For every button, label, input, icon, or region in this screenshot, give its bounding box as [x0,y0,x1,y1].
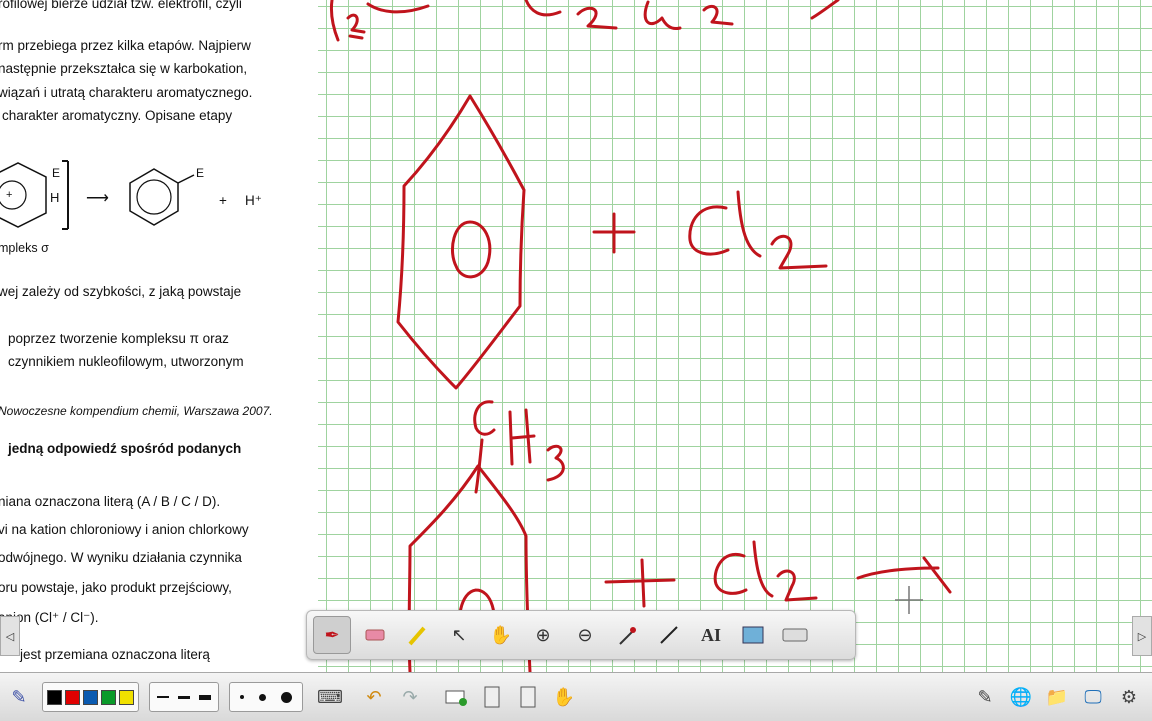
sigma-complex-circle [0,180,27,210]
color-swatch-green[interactable] [101,689,116,705]
doc-line: wej zależy od szybkości, z jaką powstaje [0,284,242,299]
folder-icon: 📁 [1045,686,1069,707]
color-swatch-red[interactable] [65,689,80,705]
redo-icon: ↷ [402,686,418,707]
zoom-out-icon: ⊖ [577,624,593,645]
hand-tool-button[interactable]: ✋ [483,617,519,653]
pen-settings-button[interactable]: ✎ [4,682,34,712]
highlighter-icon [408,626,426,646]
hand-icon: ✋ [489,624,513,645]
right-panel-toggle[interactable]: ▷ [1132,616,1152,656]
color-swatch-black[interactable] [47,689,62,705]
keyboard-button[interactable]: ⌨ [315,682,345,712]
redo-button[interactable]: ↷ [395,682,425,712]
zoom-in-icon: ⊕ [535,624,551,645]
whiteboard-icon: ✎ [977,686,993,707]
pen-size-palette [229,682,303,712]
new-page-icon [445,690,467,706]
doc-line: poprzez tworzenie kompleksu π oraz [8,331,229,346]
plus-charge: + [6,189,13,201]
capture-icon [742,626,764,644]
line-icon [660,626,678,644]
doc-line: czynnikiem nukleofilowym, utworzonym [8,354,244,369]
pen-tool-button[interactable]: ✒ [313,616,351,654]
line-medium[interactable] [178,695,190,699]
left-panel-toggle[interactable]: ◁ [0,616,20,656]
open-folder-button[interactable]: 📁 [1042,682,1072,712]
doc-citation: Nowoczesne kompendium chemii, Warszawa 2… [0,404,273,418]
page-back-icon [484,686,500,708]
text-tool-button[interactable]: AI [693,617,729,653]
gear-icon: ⚙ [1120,686,1138,707]
previous-page-button[interactable] [477,682,507,712]
line-style-palette [149,682,219,712]
h-label: H [50,190,60,205]
color-swatch-blue[interactable] [83,689,98,705]
keyboard-icon: ⌨ [317,686,343,707]
eraser-icon [365,629,385,641]
settings-button[interactable]: ⚙ [1114,682,1144,712]
product-ring-circle [136,179,172,215]
doc-line: następnie przekształca się w karbokation… [0,61,248,76]
doc-line: rofilowej bierze udział tzw. elektrofil,… [0,0,242,11]
keyboard-icon [782,628,808,642]
pipette-tool-button[interactable] [609,617,645,653]
whiteboard-button[interactable]: ✎ [970,682,1000,712]
substituent-bond [177,174,195,184]
doc-line: charakter aromatyczny. Opisane etapy [2,108,233,123]
plus-sign: + [219,193,227,208]
doc-instruction: jedną odpowiedź spośród podanych [8,441,242,456]
document-panel: rofilowej bierze udział tzw. elektrofil,… [0,0,318,672]
highlighter-tool-button[interactable] [399,617,435,653]
internet-button[interactable]: 🌐 [1006,682,1036,712]
doc-line: jest przemiana oznaczona literą [20,647,210,662]
undo-button[interactable]: ↶ [359,682,389,712]
globe-icon: 🌐 [1009,686,1033,707]
new-page-button[interactable] [441,682,471,712]
pointer-icon: ↖ [451,624,467,645]
size-small[interactable] [240,695,244,699]
doc-line: oru powstaje, jako produkt przejściowy, [0,580,232,595]
doc-line: wiązań i utratą charakteru aromatycznego… [0,85,253,100]
whiteboard-grid-canvas[interactable] [318,0,1152,672]
proton-label: H⁺ [245,193,262,208]
size-large[interactable] [281,691,292,703]
display-button[interactable]: 🖵 [1078,682,1108,712]
pen-color-icon: ✎ [11,686,27,707]
screen-capture-tool-button[interactable] [735,617,771,653]
gesture-button[interactable]: ✋ [549,682,579,712]
zoom-out-tool-button[interactable]: ⊖ [567,617,603,653]
keyboard-tool-button[interactable] [777,617,813,653]
e-label-product: E [196,166,205,180]
next-page-button[interactable] [513,682,543,712]
size-medium[interactable] [259,693,266,701]
undo-icon: ↶ [366,686,382,707]
doc-line: odwójnego. W wyniku działania czynnika [0,550,242,565]
select-tool-button[interactable]: ↖ [441,617,477,653]
bottom-toolbar: ✎ ⌨ ↶ ↷ ✋ ✎ 🌐 📁 🖵 ⚙ [0,672,1152,721]
line-thin[interactable] [157,696,169,698]
e-label: E [52,166,61,180]
line-tool-button[interactable] [651,617,687,653]
doc-line: niana oznaczona literą (A / B / C / D). [0,494,221,509]
doc-line: vi na kation chloroniowy i anion chlorko… [0,522,249,537]
color-swatch-yellow[interactable] [119,689,134,705]
doc-line: mpleks σ [0,241,49,255]
doc-line: rm przebiega przez kilka etapów. Najpier… [0,38,251,53]
text-icon: AI [700,624,721,645]
monitor-icon: 🖵 [1084,686,1102,707]
gesture-icon: ✋ [552,686,576,707]
page-forward-icon [520,686,536,708]
pipette-icon [619,627,636,645]
zoom-in-tool-button[interactable]: ⊕ [525,617,561,653]
pen-color-palette [42,682,139,712]
line-thick[interactable] [199,694,211,700]
reaction-arrow: ⟶ [86,190,109,207]
floating-tool-palette: ✒ ↖ ✋ ⊕ ⊖ AI [306,610,856,660]
eraser-tool-button[interactable] [357,617,393,653]
pen-icon: ✒ [324,624,340,645]
